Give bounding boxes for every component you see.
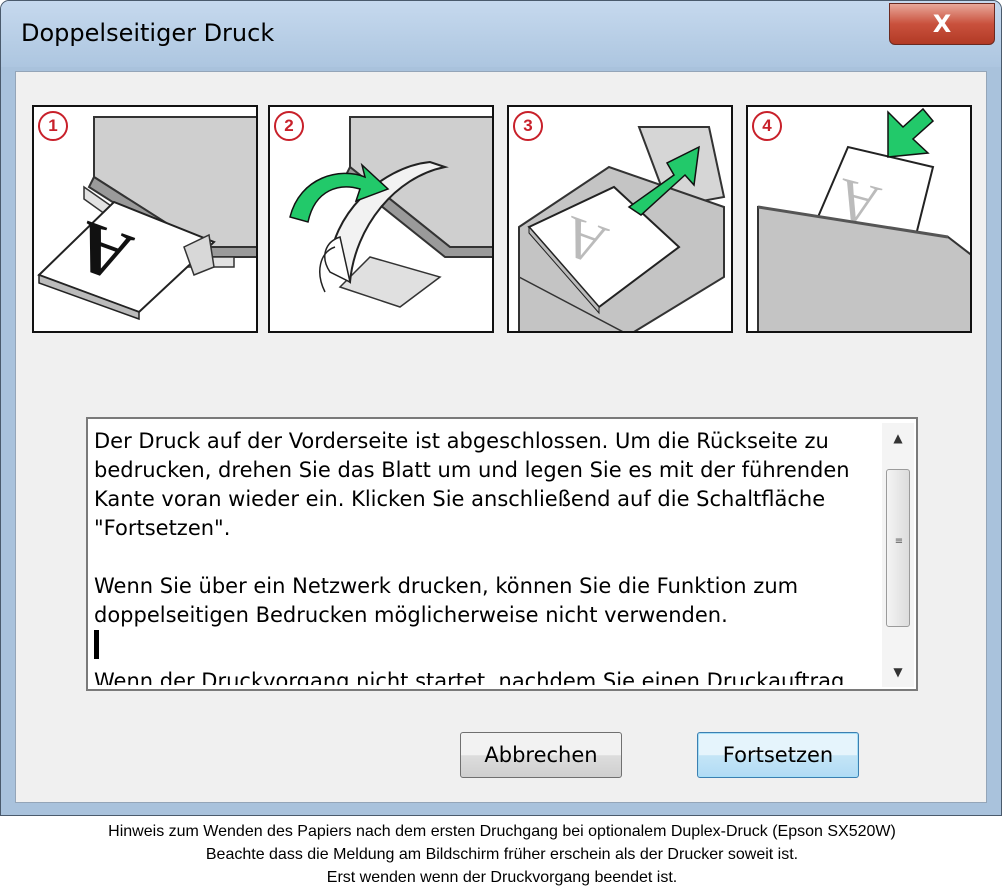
scroll-up-arrow-icon[interactable]: ▲ xyxy=(882,423,914,453)
step-2-panel xyxy=(268,105,494,333)
step-1-number: 1 xyxy=(38,111,68,141)
dialog-title: Doppelseitiger Druck xyxy=(21,19,275,47)
cancel-button[interactable]: Abbrechen xyxy=(460,732,622,778)
reinsert-paper-icon: A xyxy=(518,126,726,331)
grip-icon: ≡ xyxy=(894,536,904,547)
step-1-panel: A xyxy=(32,105,258,333)
message-textbox[interactable]: Der Druck auf der Vorderseite ist abgesc… xyxy=(86,417,918,691)
paper-feed-icon: A xyxy=(757,107,970,331)
step-2-number: 2 xyxy=(274,111,304,141)
caption-line-1: Hinweis zum Wenden des Papiers nach dem … xyxy=(108,823,896,840)
step-4-panel: A xyxy=(746,105,972,333)
text-caret xyxy=(94,630,99,659)
scroll-down-arrow-icon[interactable]: ▼ xyxy=(882,657,914,687)
image-caption: Hinweis zum Wenden des Papiers nach dem … xyxy=(0,820,1004,889)
continue-button[interactable]: Fortsetzen xyxy=(697,732,859,778)
message-paragraph-3: Wenn der Druckvorgang nicht startet, nac… xyxy=(94,669,845,685)
message-text: Der Druck auf der Vorderseite ist abgesc… xyxy=(94,427,874,685)
message-paragraph-1: Der Druck auf der Vorderseite ist abgesc… xyxy=(94,429,850,540)
vertical-scrollbar[interactable]: ▲ ≡ ▼ xyxy=(882,423,914,687)
instruction-illustrations: A A A 1 2 3 4 xyxy=(32,105,972,333)
printer-paper-output-icon: A xyxy=(37,116,256,321)
step-3-panel: A xyxy=(507,105,733,333)
caption-line-2: Beachte dass die Meldung am Bildschirm f… xyxy=(205,846,799,863)
title-bar: Doppelseitiger Druck X xyxy=(1,1,1001,67)
step-4-number: 4 xyxy=(752,111,782,141)
flip-paper-icon xyxy=(289,116,492,308)
message-paragraph-2: Wenn Sie über ein Netzwerk drucken, könn… xyxy=(94,574,799,627)
scrollbar-thumb[interactable]: ≡ xyxy=(886,469,910,627)
close-icon: X xyxy=(932,10,952,38)
step-3-number: 3 xyxy=(513,111,543,141)
close-button[interactable]: X xyxy=(889,3,995,45)
caption-line-3: Erst wenden wenn der Druckvorgang beende… xyxy=(326,869,678,886)
